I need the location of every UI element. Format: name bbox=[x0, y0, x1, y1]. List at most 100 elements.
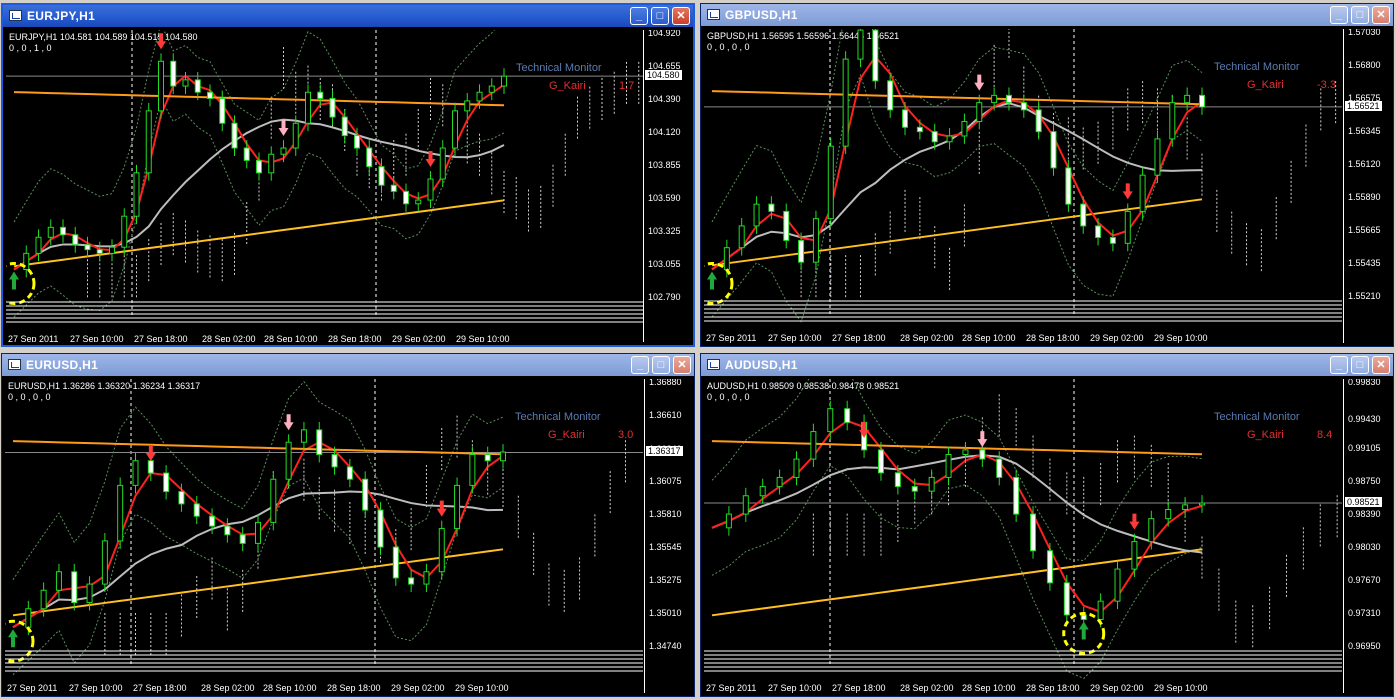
candle-body bbox=[182, 79, 189, 87]
candle-body bbox=[109, 246, 115, 254]
candle-body bbox=[1165, 509, 1172, 520]
sell-arrow-icon bbox=[1122, 183, 1133, 200]
candle-body bbox=[793, 458, 800, 478]
candle-body bbox=[255, 521, 261, 544]
window-eurjpy[interactable]: EURJPY,H1 _ □ ✕ EURJPY,H1 104.581 104.58… bbox=[1, 3, 695, 347]
maximize-button[interactable]: □ bbox=[651, 7, 669, 25]
candle-body bbox=[1080, 203, 1087, 227]
chart-area[interactable]: EURJPY,H1 104.581 104.589 104.515 104.58… bbox=[6, 30, 690, 342]
candle-body bbox=[827, 145, 834, 220]
chart-area[interactable]: AUDUSD,H1 0.98509 0.98538 0.98478 0.9852… bbox=[704, 379, 1390, 693]
candle-body bbox=[207, 91, 213, 99]
candle-body bbox=[946, 135, 953, 143]
candle-body bbox=[300, 429, 307, 443]
minimize-button[interactable]: _ bbox=[631, 356, 649, 374]
maximize-button[interactable]: □ bbox=[1351, 6, 1369, 24]
candle-body bbox=[810, 431, 817, 460]
minimize-button[interactable]: _ bbox=[630, 7, 648, 25]
time-axis-label: 28 Sep 10:00 bbox=[962, 683, 1016, 693]
candle-body bbox=[976, 102, 983, 122]
titlebar-eurusd[interactable]: EURUSD,H1 _ □ ✕ bbox=[2, 354, 694, 376]
window-eurusd[interactable]: EURUSD,H1 _ □ ✕ EURUSD,H1 1.36286 1.3632… bbox=[1, 353, 695, 697]
candle-body bbox=[916, 126, 923, 133]
close-button[interactable]: ✕ bbox=[1372, 356, 1390, 374]
price-axis: 104.920 104.655 104.390 104.120 103.855 103.5… bbox=[643, 30, 690, 342]
candle-body bbox=[377, 509, 384, 548]
price-axis-label: 1.55665 bbox=[1348, 225, 1381, 235]
time-axis-label: 29 Sep 10:00 bbox=[455, 683, 509, 693]
candle-body bbox=[331, 454, 338, 468]
candle-body bbox=[1065, 167, 1072, 205]
titlebar-gbpusd[interactable]: GBPUSD,H1 _ □ ✕ bbox=[701, 4, 1393, 26]
candle-body bbox=[317, 91, 324, 99]
candle-body bbox=[1139, 174, 1146, 212]
highlight-circle bbox=[6, 261, 36, 305]
candle-body bbox=[931, 131, 938, 143]
buy-arrow-icon bbox=[1078, 621, 1089, 640]
price-axis-label: 1.56345 bbox=[1348, 126, 1381, 137]
envelope-lower bbox=[12, 477, 504, 676]
buy-arrow-icon bbox=[707, 271, 717, 290]
candle-body bbox=[163, 472, 170, 493]
candle-body bbox=[40, 589, 47, 610]
price-plot[interactable] bbox=[5, 379, 643, 693]
ichimoku-cloud bbox=[104, 415, 626, 656]
ichimoku-cloud bbox=[87, 47, 640, 299]
price-axis-label: 1.55210 bbox=[1348, 291, 1381, 301]
close-button[interactable]: ✕ bbox=[673, 356, 691, 374]
candle-body bbox=[1148, 518, 1155, 543]
time-axis-label: 27 Sep 2011 bbox=[7, 683, 58, 693]
candle-body bbox=[1080, 614, 1087, 621]
price-plot[interactable] bbox=[6, 30, 644, 342]
candle-body bbox=[1182, 504, 1189, 510]
time-axis-label: 29 Sep 10:00 bbox=[456, 334, 510, 342]
time-axis-label: 29 Sep 02:00 bbox=[1090, 333, 1144, 343]
time-axis-label: 27 Sep 18:00 bbox=[134, 334, 188, 342]
candle-body bbox=[1184, 94, 1191, 104]
minimize-button[interactable]: _ bbox=[1330, 6, 1348, 24]
candle-body bbox=[725, 513, 732, 529]
maximize-button[interactable]: □ bbox=[652, 356, 670, 374]
minimize-button[interactable]: _ bbox=[1330, 356, 1348, 374]
window-audusd[interactable]: AUDUSD,H1 _ □ ✕ AUDUSD,H1 0.98509 0.9853… bbox=[700, 353, 1394, 697]
titlebar-audusd[interactable]: AUDUSD,H1 _ □ ✕ bbox=[701, 354, 1393, 376]
candle-body bbox=[329, 97, 336, 118]
sell-arrow-icon bbox=[156, 33, 166, 50]
close-button[interactable]: ✕ bbox=[672, 7, 690, 25]
time-axis-label: 27 Sep 10:00 bbox=[768, 683, 822, 693]
chart-area[interactable]: EURUSD,H1 1.36286 1.36320 1.36234 1.3631… bbox=[5, 379, 691, 693]
candle-body bbox=[1097, 600, 1104, 621]
current-price-label: 0.98521 bbox=[1345, 496, 1382, 507]
candle-body bbox=[438, 528, 445, 573]
candle-body bbox=[742, 495, 749, 515]
candle-body bbox=[346, 466, 353, 480]
candle-body bbox=[1114, 568, 1121, 602]
titlebar-eurjpy[interactable]: EURJPY,H1 _ □ ✕ bbox=[3, 5, 693, 27]
candle-body bbox=[887, 80, 894, 111]
candle-body bbox=[872, 29, 879, 82]
time-axis-label: 29 Sep 02:00 bbox=[392, 334, 446, 342]
candlesticks bbox=[23, 53, 507, 278]
candle-body bbox=[132, 460, 139, 486]
price-plot[interactable] bbox=[704, 29, 1342, 343]
candle-body bbox=[877, 449, 884, 474]
candle-body bbox=[390, 184, 397, 192]
sell-arrow-icon bbox=[283, 414, 294, 431]
window-title: EURJPY,H1 bbox=[27, 9, 96, 23]
price-plot[interactable] bbox=[704, 379, 1342, 693]
close-button[interactable]: ✕ bbox=[1372, 6, 1390, 24]
chart-window-icon bbox=[707, 359, 720, 370]
window-gbpusd[interactable]: GBPUSD,H1 _ □ ✕ GBPUSD,H1 1.56595 1.5659… bbox=[700, 3, 1394, 347]
time-axis-label: 28 Sep 02:00 bbox=[202, 334, 256, 342]
candle-body bbox=[928, 476, 935, 492]
price-axis-label: 0.98750 bbox=[1348, 476, 1381, 486]
time-axis-label: 28 Sep 10:00 bbox=[263, 683, 317, 693]
candle-body bbox=[500, 451, 506, 462]
candle-body bbox=[219, 97, 226, 124]
candle-body bbox=[145, 110, 152, 174]
candle-body bbox=[285, 441, 292, 480]
candle-body bbox=[354, 135, 360, 149]
maximize-button[interactable]: □ bbox=[1351, 356, 1369, 374]
chart-area[interactable]: GBPUSD,H1 1.56595 1.56596 1.56446 1.5652… bbox=[704, 29, 1390, 343]
candle-body bbox=[256, 159, 262, 174]
